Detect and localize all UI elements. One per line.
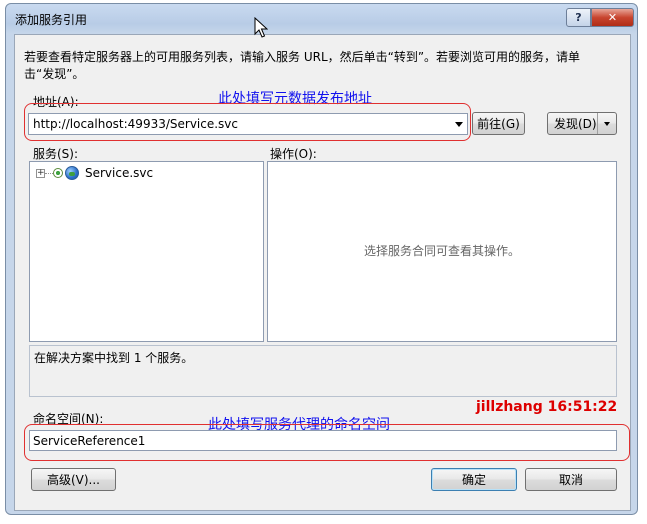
- chevron-down-icon[interactable]: [455, 122, 463, 127]
- instructions-text: 若要查看特定服务器上的可用服务列表，请输入服务 URL，然后单击“转到”。若要浏…: [24, 50, 581, 81]
- namespace-value: ServiceReference1: [33, 434, 146, 448]
- operations-empty-message: 选择服务合同可查看其操作。: [363, 244, 520, 258]
- help-button[interactable]: ?: [566, 8, 591, 27]
- operations-label: 操作(O):: [270, 147, 317, 161]
- ok-button-label: 确定: [461, 473, 486, 487]
- signature-annotation: jillzhang 16:51:22: [476, 399, 618, 415]
- service-globe-icon: [65, 166, 79, 180]
- service-contract-icon: [53, 168, 63, 178]
- discover-button-label: 发现(D): [554, 117, 597, 131]
- namespace-input[interactable]: ServiceReference1: [29, 430, 617, 451]
- discover-dropdown-arrow[interactable]: [597, 113, 616, 134]
- address-value: http://localhost:49933/Service.svc: [33, 117, 239, 131]
- go-button-label: 前往(G): [477, 117, 520, 131]
- address-combobox[interactable]: http://localhost:49933/Service.svc: [28, 113, 468, 135]
- advanced-button-label: 高级(V)...: [46, 473, 101, 487]
- ok-button[interactable]: 确定: [431, 468, 517, 491]
- status-text: 在解决方案中找到 1 个服务。: [34, 351, 194, 365]
- tree-item-service[interactable]: + Service.svc: [36, 166, 153, 180]
- tree-item-label: Service.svc: [85, 166, 154, 180]
- advanced-button[interactable]: 高级(V)...: [31, 468, 116, 491]
- discover-button[interactable]: 发现(D): [547, 112, 617, 135]
- help-icon: ?: [575, 11, 582, 24]
- window-title: 添加服务引用: [15, 13, 88, 27]
- cancel-button-label: 取消: [558, 473, 583, 487]
- tree-connector: [45, 172, 53, 174]
- close-button[interactable]: ✕: [591, 8, 634, 27]
- close-icon: ✕: [607, 11, 618, 24]
- title-bar[interactable]: 添加服务引用 ? ✕: [6, 4, 637, 34]
- services-tree[interactable]: + Service.svc: [29, 161, 264, 342]
- cancel-button[interactable]: 取消: [525, 468, 617, 491]
- expand-icon[interactable]: +: [36, 168, 45, 178]
- services-label: 服务(S):: [33, 147, 79, 161]
- mouse-pointer-icon: [254, 17, 268, 38]
- go-button[interactable]: 前往(G): [472, 112, 525, 135]
- chevron-down-icon: [604, 121, 610, 126]
- operations-panel: 选择服务合同可查看其操作。: [267, 161, 617, 342]
- status-box: 在解决方案中找到 1 个服务。: [29, 345, 617, 397]
